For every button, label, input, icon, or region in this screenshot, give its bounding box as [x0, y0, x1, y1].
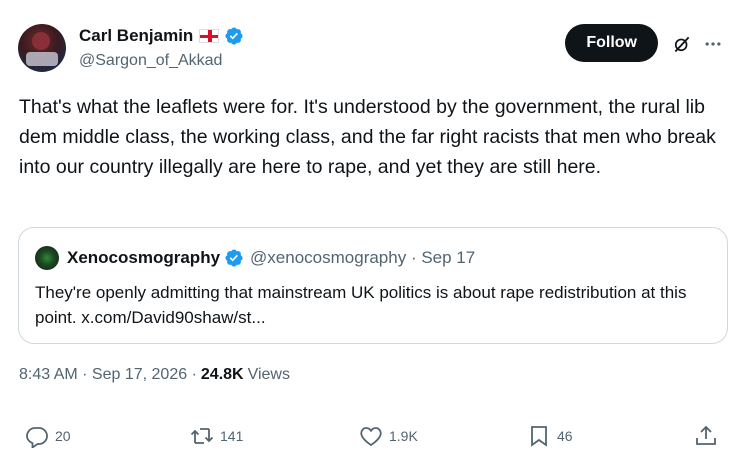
retweet-count: 141 [220, 428, 244, 444]
author-avatar[interactable] [18, 24, 66, 72]
tweet-meta: 8:43 AM · Sep 17, 2026 · 24.8K Views [19, 366, 290, 384]
quoted-tweet-text: They're openly admitting that mainstream… [35, 283, 687, 327]
retweet-button[interactable]: 141 [190, 424, 243, 448]
england-flag-icon [199, 29, 220, 43]
share-button[interactable] [694, 424, 718, 448]
quoted-tweet-header: Xenocosmography @xenocosmography · Sep 1… [35, 246, 475, 270]
more-icon[interactable] [702, 34, 724, 54]
like-button[interactable]: 1.9K [359, 424, 418, 448]
quoted-author-name[interactable]: Xenocosmography [67, 248, 220, 268]
reply-icon [26, 427, 48, 448]
verified-badge-icon [225, 249, 243, 267]
author-name-row: Carl Benjamin [79, 26, 244, 46]
tweet-actions: 20 141 1.9K 46 [0, 424, 746, 454]
bookmark-icon [531, 426, 547, 447]
views-count: 24.8K [200, 366, 244, 383]
retweet-icon [190, 428, 214, 444]
author-handle[interactable]: @Sargon_of_Akkad [79, 52, 222, 70]
quoted-tweet[interactable]: Xenocosmography @xenocosmography · Sep 1… [18, 227, 728, 344]
bookmark-button[interactable]: 46 [527, 424, 573, 448]
follow-button[interactable]: Follow [565, 24, 658, 62]
tweet-text: That's what the leaflets were for. It's … [19, 96, 716, 178]
verified-badge-icon[interactable] [224, 26, 244, 46]
bookmark-count: 46 [557, 428, 573, 444]
tweet-header: Carl Benjamin @Sargon_of_Akkad Follow [18, 20, 730, 76]
like-count: 1.9K [389, 428, 418, 444]
share-icon [696, 425, 716, 445]
grok-icon[interactable] [672, 34, 692, 54]
quoted-author-handle-date: @xenocosmography · Sep 17 [250, 248, 476, 267]
reply-button[interactable]: 20 [25, 424, 71, 448]
tweet-timestamp[interactable]: 8:43 AM · Sep 17, 2026 · [19, 366, 197, 384]
reply-count: 20 [55, 428, 71, 444]
heart-icon [360, 427, 382, 447]
author-display-name[interactable]: Carl Benjamin [79, 26, 193, 46]
views-label: Views [247, 366, 290, 383]
quoted-author-avatar[interactable] [35, 246, 59, 270]
